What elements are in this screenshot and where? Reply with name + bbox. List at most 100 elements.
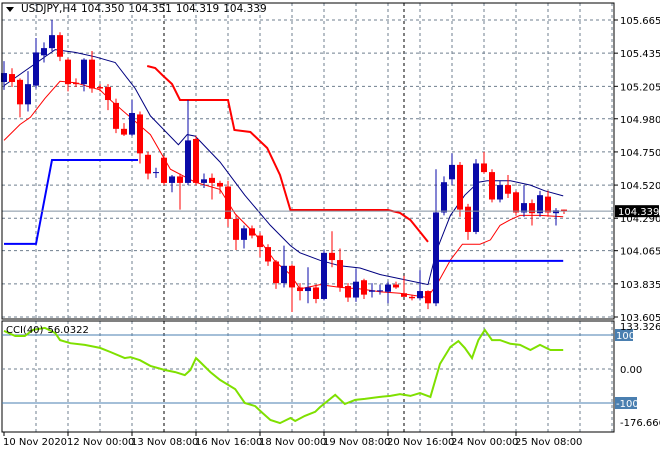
time-axis-label: 18 Nov 00:00 [259,437,326,448]
candle-body [481,163,487,173]
candle-body [17,79,23,105]
candle [177,173,183,210]
candle-body [289,265,295,288]
candle [353,268,359,302]
current-price-label: 104.339 [618,207,659,218]
candle-body [97,87,103,89]
candle-body [81,59,87,85]
candle-body [137,114,143,154]
candle-body [425,291,431,304]
candle [161,156,167,186]
cci-value: 56.0322 [47,325,89,336]
candle-body [265,247,271,262]
candle-body [441,182,447,213]
candle [289,264,295,312]
candle-body [233,218,239,240]
candle-body [305,287,311,292]
candle [129,100,135,137]
candle-body [273,261,279,284]
candle-body [201,179,207,183]
candle [545,190,551,217]
price-axis-label: 103.835 [620,280,660,291]
cci-axis-min: -176.6664 [620,418,660,429]
candle-body [353,281,359,298]
candle-body [33,52,39,86]
candle-body [281,265,287,284]
candle-body [537,195,543,214]
candle [57,32,63,62]
candle-body [89,59,95,89]
cci-line [3,326,564,425]
candle [473,159,479,235]
candle [185,100,191,186]
candle [225,180,231,227]
candle-body [401,293,407,297]
candle [433,169,439,307]
candle-body [329,252,335,261]
candle [497,180,503,203]
candle [113,98,119,134]
candle-body [121,128,127,135]
candle [465,203,471,240]
candle [441,176,447,216]
candle [417,270,423,301]
candle [33,38,39,89]
candle-body [113,102,119,129]
candle [73,78,79,88]
candle-body [409,296,415,299]
candle-body [169,176,175,183]
price-chart[interactable]: 105.665 105.435 105.205 104.980 104.750 104.5… [0,0,660,450]
time-axis-label: 16 Nov 16:00 [195,437,262,448]
candle [513,190,519,216]
candle [97,84,103,92]
price-axis-label: 104.980 [620,115,660,126]
cci-axis-zero: 0.00 [620,365,642,376]
candle [49,20,55,51]
candle-body [153,172,159,174]
candle [145,151,151,180]
candle-body [65,59,71,85]
candle-body [369,290,375,292]
candle [457,162,463,217]
candle-body [385,284,391,292]
candle-body [529,203,535,214]
candle-body [393,284,399,288]
candle-body [377,290,383,292]
candle [529,199,535,226]
candle-body [417,291,423,299]
candle [257,232,263,258]
candle-body [209,177,215,183]
candle [377,284,383,295]
candle [537,190,543,217]
candle [241,225,247,249]
candle [121,123,127,137]
candle [489,169,495,203]
time-axis-label: 10 Nov 2020 [3,437,67,448]
candle-body [489,172,495,200]
time-axis-label: 12 Nov 00:00 [67,437,134,448]
candle-body [177,176,183,183]
candle [361,278,367,299]
time-axis-label: 13 Nov 08:00 [131,437,198,448]
time-axis-label: 24 Nov 00:00 [451,437,518,448]
candle [281,245,287,288]
candle [25,71,31,112]
candle [369,283,375,298]
candle [481,151,487,174]
price-axis-label: 104.520 [620,181,660,192]
candle [345,283,351,302]
price-axis-label: 105.205 [620,82,660,93]
cci-axis-max: 133.3266 [620,322,660,333]
candle [313,284,319,304]
candle [233,215,239,250]
candle [249,225,255,239]
candle [105,84,111,111]
candle [265,244,271,266]
candle [449,153,455,186]
candle-body [313,287,319,299]
candle-body [345,286,351,298]
cci-level-label: -100 [616,399,639,410]
candle-body [185,140,191,183]
candle [273,260,279,289]
candle [393,281,399,289]
